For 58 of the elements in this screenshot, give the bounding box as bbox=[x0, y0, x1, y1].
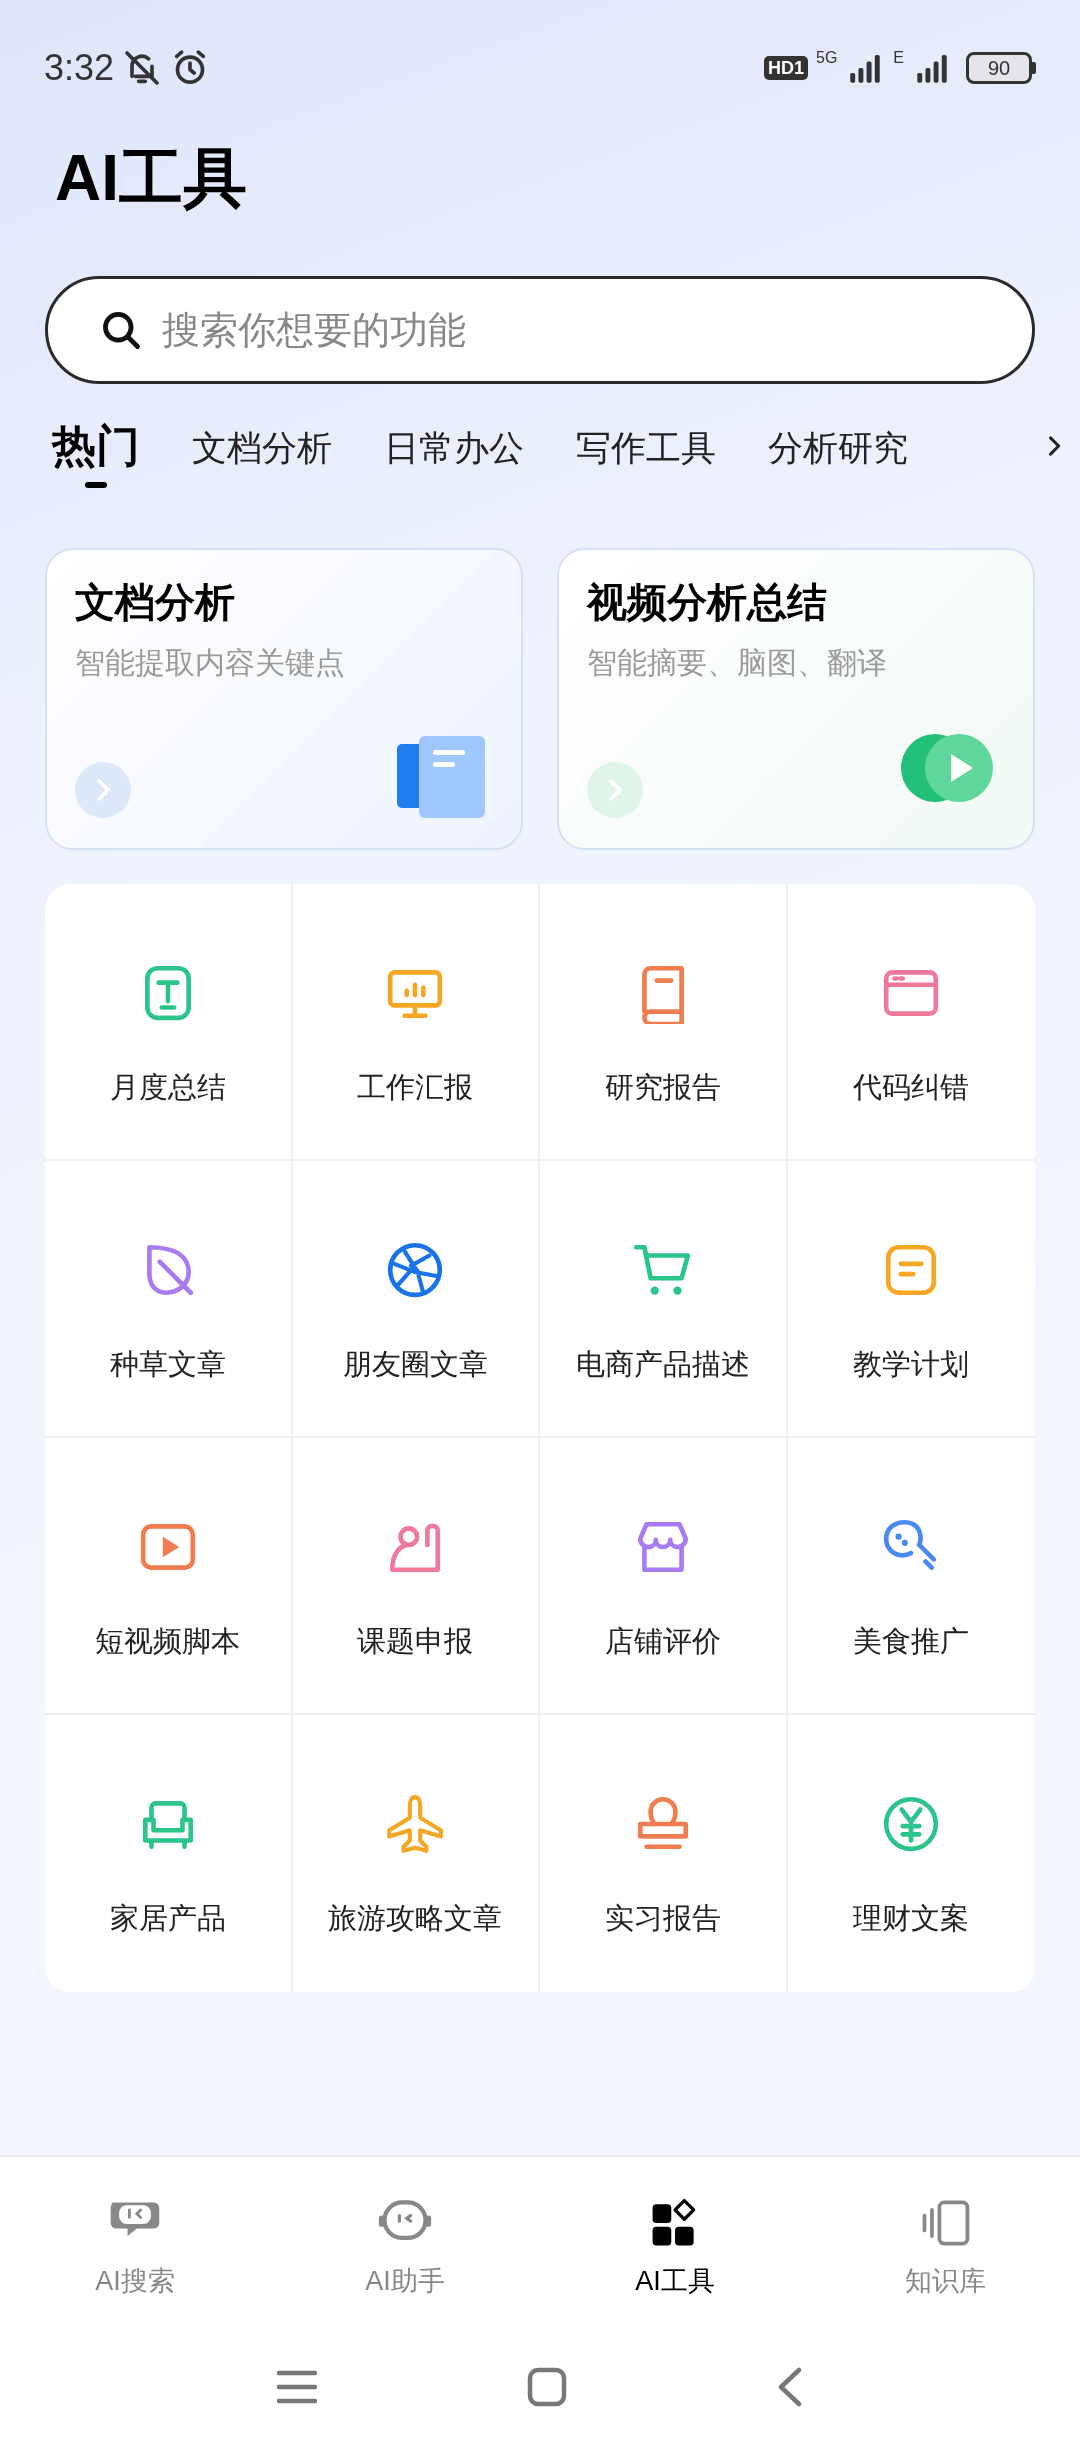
tool-label: 美食推广 bbox=[853, 1624, 970, 1659]
tool-item[interactable]: 理财文案 bbox=[787, 1715, 1035, 1992]
card-subtitle: 智能提取内容关键点 bbox=[75, 645, 346, 681]
search-field[interactable]: 搜索你想要的功能 bbox=[45, 276, 1035, 384]
tool-label: 旅游攻略文章 bbox=[328, 1901, 503, 1936]
tool-item[interactable]: 工作汇报 bbox=[292, 884, 540, 1161]
nav-tab[interactable]: AI助手 bbox=[270, 2157, 540, 2337]
tool-label: 店铺评价 bbox=[604, 1624, 721, 1659]
tool-label: 电商产品描述 bbox=[575, 1347, 750, 1382]
page-title: AI工具 bbox=[55, 141, 248, 216]
back-icon[interactable] bbox=[777, 2367, 803, 2407]
hd-badge: HD1 bbox=[763, 56, 808, 80]
category-tab[interactable]: 写作工具 bbox=[576, 426, 716, 470]
category-tab[interactable]: 文档分析 bbox=[192, 426, 332, 470]
card-subtitle: 智能摘要、脑图、翻译 bbox=[587, 645, 888, 681]
home-icon[interactable] bbox=[527, 2367, 567, 2407]
menu-icon[interactable] bbox=[277, 2369, 317, 2405]
tool-label: 月度总结 bbox=[109, 1070, 226, 1105]
tool-item[interactable]: 实习报告 bbox=[540, 1715, 788, 1992]
nav-tab[interactable]: 知识库 bbox=[810, 2157, 1080, 2337]
tool-label: 朋友圈文章 bbox=[342, 1347, 488, 1382]
tool-item[interactable]: 旅游攻略文章 bbox=[292, 1715, 540, 1992]
feature-card[interactable]: 视频分析总结 智能摘要、脑图、翻译 bbox=[557, 548, 1035, 850]
tool-label: 代码纠错 bbox=[853, 1070, 970, 1105]
tool-label: 实习报告 bbox=[604, 1901, 721, 1936]
battery-level: 90 bbox=[987, 58, 1011, 78]
tool-item[interactable]: 电商产品描述 bbox=[540, 1161, 788, 1438]
card-title: 文档分析 bbox=[75, 579, 236, 626]
tool-item[interactable]: 美食推广 bbox=[787, 1438, 1035, 1715]
network-label: E bbox=[893, 48, 904, 68]
tool-item[interactable]: 教学计划 bbox=[787, 1161, 1035, 1438]
tool-label: 工作汇报 bbox=[357, 1070, 474, 1105]
status-time: 3:32 bbox=[44, 46, 115, 90]
tool-label: 课题申报 bbox=[357, 1624, 474, 1659]
nav-tab[interactable]: AI工具 bbox=[540, 2157, 810, 2337]
tool-item[interactable]: 课题申报 bbox=[292, 1438, 540, 1715]
tool-item[interactable]: 家居产品 bbox=[45, 1715, 293, 1992]
tool-label: 研究报告 bbox=[604, 1070, 721, 1105]
tool-label: 理财文案 bbox=[853, 1901, 970, 1936]
tool-label: 短视频脚本 bbox=[95, 1624, 241, 1659]
category-tab[interactable]: 热门 bbox=[52, 418, 140, 488]
tool-item[interactable]: 种草文章 bbox=[45, 1161, 293, 1438]
tool-label: 家居产品 bbox=[109, 1901, 226, 1936]
tool-item[interactable]: 朋友圈文章 bbox=[292, 1161, 540, 1438]
tool-item[interactable]: 店铺评价 bbox=[540, 1438, 788, 1715]
tool-item[interactable]: 短视频脚本 bbox=[45, 1438, 293, 1715]
network-label: 5G bbox=[816, 48, 838, 68]
nav-tab[interactable]: AI搜索 bbox=[0, 2157, 270, 2337]
tool-item[interactable]: 代码纠错 bbox=[787, 884, 1035, 1161]
tool-label: 种草文章 bbox=[109, 1347, 226, 1382]
document-icon bbox=[397, 736, 487, 820]
tool-label: 教学计划 bbox=[853, 1347, 970, 1382]
tool-item[interactable]: 研究报告 bbox=[540, 884, 788, 1161]
tool-item[interactable]: 月度总结 bbox=[45, 884, 293, 1161]
feature-card[interactable]: 文档分析 智能提取内容关键点 bbox=[45, 548, 523, 850]
category-tab[interactable]: 日常办公 bbox=[384, 426, 524, 470]
card-title: 视频分析总结 bbox=[587, 579, 828, 626]
category-tab[interactable]: 分析研究 bbox=[768, 426, 908, 470]
